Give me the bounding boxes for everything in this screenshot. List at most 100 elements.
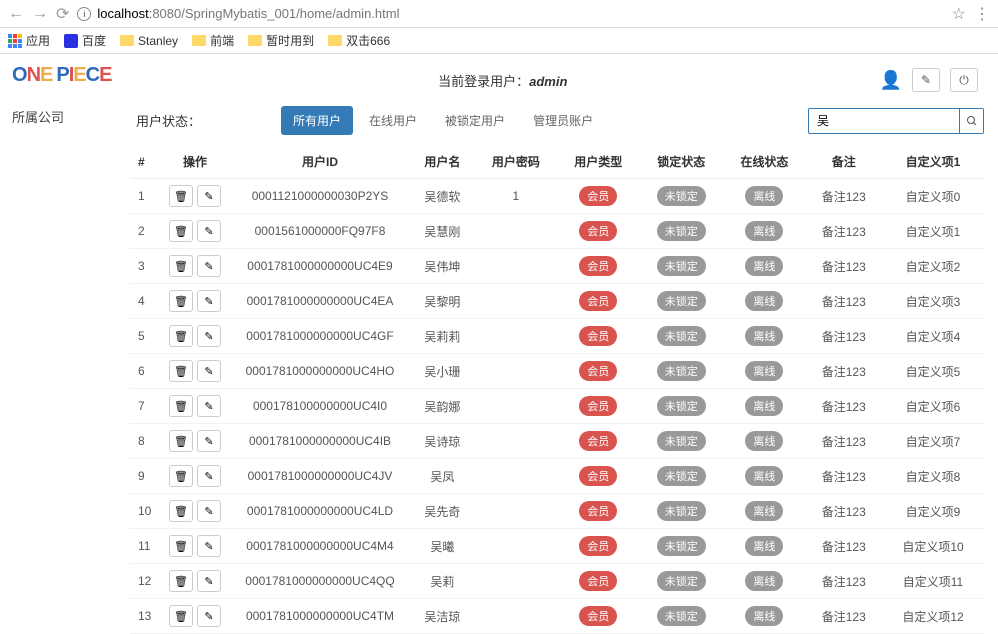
- menu-icon[interactable]: ⋮: [974, 4, 990, 24]
- cell-custom: 自定义项8: [882, 459, 984, 494]
- badge-lockstatus: 未锁定: [657, 466, 706, 486]
- badge-lockstatus: 未锁定: [657, 326, 706, 346]
- delete-button[interactable]: 🗑: [169, 605, 193, 627]
- bookmark-folder[interactable]: 前端: [192, 32, 234, 49]
- edit-button[interactable]: ✎: [197, 570, 221, 592]
- cell-custom: 自定义项12: [882, 599, 984, 634]
- row-index: 3: [130, 249, 160, 284]
- info-icon[interactable]: i: [77, 7, 91, 21]
- delete-button[interactable]: 🗑: [169, 325, 193, 347]
- edit-button[interactable]: ✎: [197, 605, 221, 627]
- cell-username: 吴黎明: [410, 284, 475, 319]
- badge-onlinestatus: 离线: [745, 466, 783, 486]
- delete-button[interactable]: 🗑: [169, 290, 193, 312]
- cell-username: 吴凤: [410, 459, 475, 494]
- edit-button[interactable]: ✎: [197, 500, 221, 522]
- search-input[interactable]: [809, 110, 959, 132]
- bookmark-folder[interactable]: 暂时用到: [248, 32, 314, 49]
- tab-online-users[interactable]: 在线用户: [357, 106, 429, 135]
- cell-username: 吴莉: [410, 564, 475, 599]
- edit-button[interactable]: ✎: [197, 430, 221, 452]
- delete-button[interactable]: 🗑: [169, 360, 193, 382]
- badge-usertype: 会员: [579, 536, 617, 556]
- cell-note: 备注123: [806, 319, 882, 354]
- edit-button[interactable]: ✎: [197, 290, 221, 312]
- table-header: 用户类型: [557, 145, 639, 179]
- cell-password: 1: [475, 179, 557, 214]
- cell-custom: 自定义项2: [882, 249, 984, 284]
- user-table: #操作用户ID用户名用户密码用户类型锁定状态在线状态备注自定义项1 1🗑✎000…: [130, 145, 984, 634]
- row-index: 6: [130, 354, 160, 389]
- edit-button[interactable]: ✎: [197, 360, 221, 382]
- folder-icon: [248, 35, 262, 46]
- edit-button[interactable]: ✎: [197, 465, 221, 487]
- delete-button[interactable]: 🗑: [169, 430, 193, 452]
- table-header: 备注: [806, 145, 882, 179]
- delete-button[interactable]: 🗑: [169, 570, 193, 592]
- tab-all-users[interactable]: 所有用户: [281, 106, 353, 135]
- badge-lockstatus: 未锁定: [657, 221, 706, 241]
- table-header: 用户名: [410, 145, 475, 179]
- cell-userid: 0001781000000000UC4EA: [230, 284, 410, 319]
- delete-button[interactable]: 🗑: [169, 255, 193, 277]
- star-icon[interactable]: ☆: [952, 4, 966, 24]
- edit-button[interactable]: ✎: [197, 395, 221, 417]
- edit-button[interactable]: ✎: [197, 220, 221, 242]
- sidebar-item-company[interactable]: 所属公司: [12, 101, 130, 132]
- edit-button[interactable]: ✎: [197, 535, 221, 557]
- table-row: 13🗑✎0001781000000000UC4TM吴洁琼会员未锁定离线备注123…: [130, 599, 984, 634]
- table-row: 2🗑✎0001561000000FQ97F8吴慧刚会员未锁定离线备注123自定义…: [130, 214, 984, 249]
- edit-button[interactable]: ✎: [197, 255, 221, 277]
- cell-note: 备注123: [806, 459, 882, 494]
- badge-usertype: 会员: [579, 186, 617, 206]
- badge-lockstatus: 未锁定: [657, 186, 706, 206]
- row-index: 12: [130, 564, 160, 599]
- tab-locked-users[interactable]: 被锁定用户: [433, 106, 517, 135]
- delete-button[interactable]: 🗑: [169, 465, 193, 487]
- delete-button[interactable]: 🗑: [169, 500, 193, 522]
- user-icon[interactable]: 👤: [880, 70, 902, 91]
- reload-icon[interactable]: ⟳: [56, 4, 69, 24]
- address-bar[interactable]: i localhost:8080/SpringMybatis_001/home/…: [77, 6, 943, 21]
- bookmark-folder[interactable]: Stanley: [120, 34, 178, 48]
- badge-usertype: 会员: [579, 256, 617, 276]
- badge-onlinestatus: 离线: [745, 501, 783, 521]
- power-button[interactable]: ⏻: [950, 68, 978, 92]
- table-header: 用户ID: [230, 145, 410, 179]
- cell-password: [475, 459, 557, 494]
- bookmark-folder[interactable]: 双击666: [328, 32, 390, 49]
- back-icon[interactable]: ←: [8, 5, 24, 23]
- cell-userid: 0001781000000000UC4LD: [230, 494, 410, 529]
- delete-button[interactable]: 🗑: [169, 535, 193, 557]
- delete-button[interactable]: 🗑: [169, 185, 193, 207]
- badge-lockstatus: 未锁定: [657, 256, 706, 276]
- status-tabs: 所有用户 在线用户 被锁定用户 管理员账户: [281, 106, 605, 135]
- cell-custom: 自定义项1: [882, 214, 984, 249]
- cell-custom: 自定义项4: [882, 319, 984, 354]
- cell-userid: 0001781000000000UC4HO: [230, 354, 410, 389]
- cell-note: 备注123: [806, 564, 882, 599]
- edit-button[interactable]: ✎: [197, 325, 221, 347]
- cell-password: [475, 564, 557, 599]
- row-index: 13: [130, 599, 160, 634]
- delete-button[interactable]: 🗑: [169, 395, 193, 417]
- bookmark-baidu[interactable]: 百度: [64, 32, 106, 49]
- edit-button[interactable]: ✎: [912, 68, 940, 92]
- badge-onlinestatus: 离线: [745, 361, 783, 381]
- cell-username: 吴曦: [410, 529, 475, 564]
- search-button[interactable]: [959, 109, 983, 133]
- forward-icon[interactable]: →: [32, 5, 48, 23]
- edit-button[interactable]: ✎: [197, 185, 221, 207]
- cell-password: [475, 354, 557, 389]
- table-header: 锁定状态: [639, 145, 723, 179]
- badge-usertype: 会员: [579, 501, 617, 521]
- badge-usertype: 会员: [579, 221, 617, 241]
- cell-password: [475, 599, 557, 634]
- tab-admin-users[interactable]: 管理员账户: [521, 106, 605, 135]
- table-row: 9🗑✎0001781000000000UC4JV吴凤会员未锁定离线备注123自定…: [130, 459, 984, 494]
- apps-button[interactable]: 应用: [8, 32, 50, 49]
- row-index: 11: [130, 529, 160, 564]
- cell-custom: 自定义项0: [882, 179, 984, 214]
- cell-userid: 000178100000000UC4I0: [230, 389, 410, 424]
- delete-button[interactable]: 🗑: [169, 220, 193, 242]
